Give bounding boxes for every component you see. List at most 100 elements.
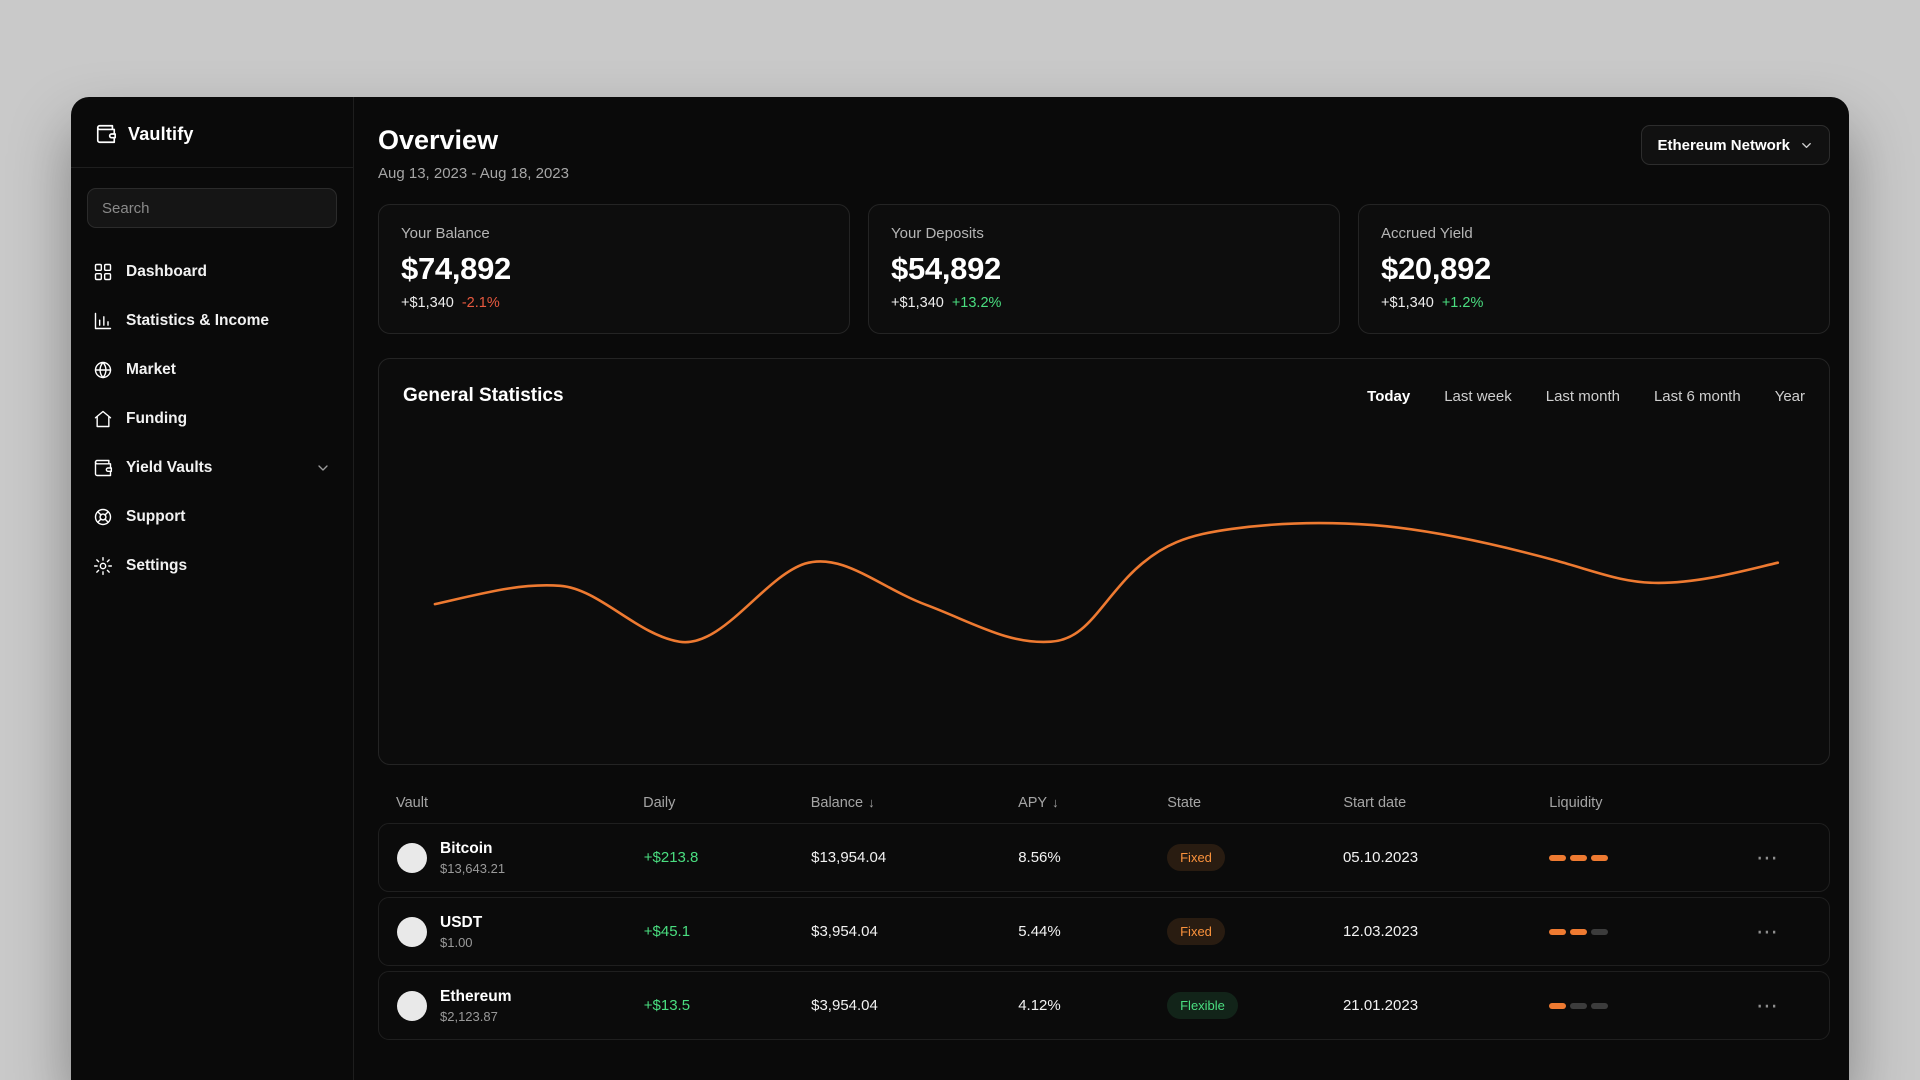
row-menu-button[interactable]: ⋯ [1723,846,1811,869]
table-row-bitcoin[interactable]: Bitcoin $13,643.21 +$213.8 $13,954.04 8.… [378,823,1830,892]
coin-avatar [397,842,427,873]
main-content: Overview Aug 13, 2023 - Aug 18, 2023 Eth… [354,97,1849,1080]
sidebar-item-support[interactable]: Support [81,495,343,539]
sidebar-item-market[interactable]: Market [81,348,343,392]
state-badge: Flexible [1167,992,1238,1019]
statistics-line-chart [403,421,1805,741]
globe-icon [93,360,113,380]
col-balance[interactable]: Balance ↓ [811,795,1018,811]
col-actions [1724,795,1812,811]
start-date: 05.10.2023 [1342,849,1419,866]
apy-value: 8.56% [1018,849,1061,866]
col-state[interactable]: State [1167,795,1343,811]
vault-price: $1.00 [440,934,473,950]
stat-value: $54,892 [891,251,1001,286]
liquidity-dash [1590,854,1608,861]
col-start-date[interactable]: Start date [1343,795,1549,811]
change-percent: -2.1% [461,295,500,311]
balance-value: $3,954.04 [811,997,878,1014]
logo: Vaultify [71,97,353,167]
coin-avatar [397,990,427,1021]
tab-last-6-month[interactable]: Last 6 month [1654,388,1741,405]
stat-label: Accrued Yield [1381,225,1473,242]
vault-cell: Ethereum $2,123.87 [397,988,644,1024]
vault-cell: Bitcoin $13,643.21 [397,840,644,876]
tab-today[interactable]: Today [1367,388,1410,405]
tab-year[interactable]: Year [1775,388,1805,405]
stat-value: $20,892 [1381,251,1491,286]
vault-name: USDT [440,913,483,931]
sort-down-icon: ↓ [868,795,875,810]
sidebar-nav: Dashboard Statistics & Income Market Fun… [71,250,353,593]
sidebar-item-label: Dashboard [126,263,207,280]
apy-value: 5.44% [1018,923,1061,940]
coin-avatar [397,916,427,947]
col-vault[interactable]: Vault [396,795,643,811]
change-amount: +$1,340 [891,295,944,311]
row-menu-button[interactable]: ⋯ [1723,920,1811,943]
chart-header: General Statistics Today Last week Last … [403,385,1805,407]
stat-card-yield: Accrued Yield $20,892 +$1,340 +1.2% [1358,204,1830,334]
page-title: Overview [378,125,499,155]
vault-name: Ethereum [440,987,512,1005]
page-header: Overview Aug 13, 2023 - Aug 18, 2023 Eth… [378,125,1830,182]
home-icon [93,409,113,429]
state-cell: Flexible [1167,992,1343,1019]
sidebar-item-label: Yield Vaults [126,459,213,476]
vault-meta: Bitcoin $13,643.21 [440,840,505,876]
liquidity-indicator [1548,1002,1723,1009]
stat-label: Your Deposits [891,225,984,242]
stat-change: +$1,340 +1.2% [1381,295,1807,311]
change-amount: +$1,340 [401,295,454,311]
life-buoy-icon [93,507,113,527]
tab-last-month[interactable]: Last month [1546,388,1620,405]
daily-change: +$213.8 [643,849,699,866]
wallet-icon [93,458,113,478]
sidebar-item-statistics[interactable]: Statistics & Income [81,299,343,343]
vaults-table: Vault Daily Balance ↓ APY ↓ State Start da… [378,795,1830,1045]
network-selector-button[interactable]: Ethereum Network [1641,125,1830,165]
chevron-down-icon[interactable] [315,460,331,476]
network-selector-label: Ethereum Network [1657,136,1790,154]
sidebar-item-yield-vaults[interactable]: Yield Vaults [81,446,343,490]
vault-price: $13,643.21 [440,860,506,876]
chart-title: General Statistics [403,385,564,406]
liquidity-dash [1548,928,1566,935]
balance-value: $3,954.04 [811,923,878,940]
general-statistics-card: General Statistics Today Last week Last … [378,358,1830,765]
liquidity-dash [1569,928,1587,935]
col-liquidity[interactable]: Liquidity [1549,795,1724,811]
vault-price: $2,123.87 [440,1008,498,1024]
chart-line [435,523,1778,642]
sidebar-item-dashboard[interactable]: Dashboard [81,250,343,294]
liquidity-dash [1590,1002,1608,1009]
bar-chart-icon [93,311,113,331]
table-row-ethereum[interactable]: Ethereum $2,123.87 +$13.5 $3,954.04 4.12… [378,971,1830,1040]
stat-change: +$1,340 -2.1% [401,295,827,311]
col-daily[interactable]: Daily [643,795,811,811]
tab-last-week[interactable]: Last week [1444,388,1512,405]
sidebar-item-funding[interactable]: Funding [81,397,343,441]
stat-cards: Your Balance $74,892 +$1,340 -2.1% Your … [378,204,1830,334]
sidebar-item-settings[interactable]: Settings [81,544,343,588]
search-input[interactable] [87,188,337,228]
desktop-background: Vaultify Dashboard Statistics & Income [0,0,1920,1080]
state-badge: Fixed [1167,918,1225,945]
state-badge: Fixed [1167,844,1225,871]
row-menu-button[interactable]: ⋯ [1723,994,1811,1017]
stat-card-deposits: Your Deposits $54,892 +$1,340 +13.2% [868,204,1340,334]
stat-card-balance: Your Balance $74,892 +$1,340 -2.1% [378,204,850,334]
start-date: 21.01.2023 [1342,997,1419,1014]
liquidity-dash [1590,928,1608,935]
sidebar-item-label: Market [126,361,176,378]
col-apy[interactable]: APY ↓ [1018,795,1167,811]
app-name: Vaultify [128,123,194,144]
sidebar-item-label: Funding [126,410,188,427]
liquidity-indicator [1548,928,1723,935]
table-row-usdt[interactable]: USDT $1.00 +$45.1 $3,954.04 5.44% Fixed … [378,897,1830,966]
page-header-left: Overview Aug 13, 2023 - Aug 18, 2023 [378,125,569,182]
gear-icon [93,556,113,576]
wallet-logo-icon [95,123,117,145]
start-date: 12.03.2023 [1342,923,1419,940]
vault-name: Bitcoin [440,839,493,857]
